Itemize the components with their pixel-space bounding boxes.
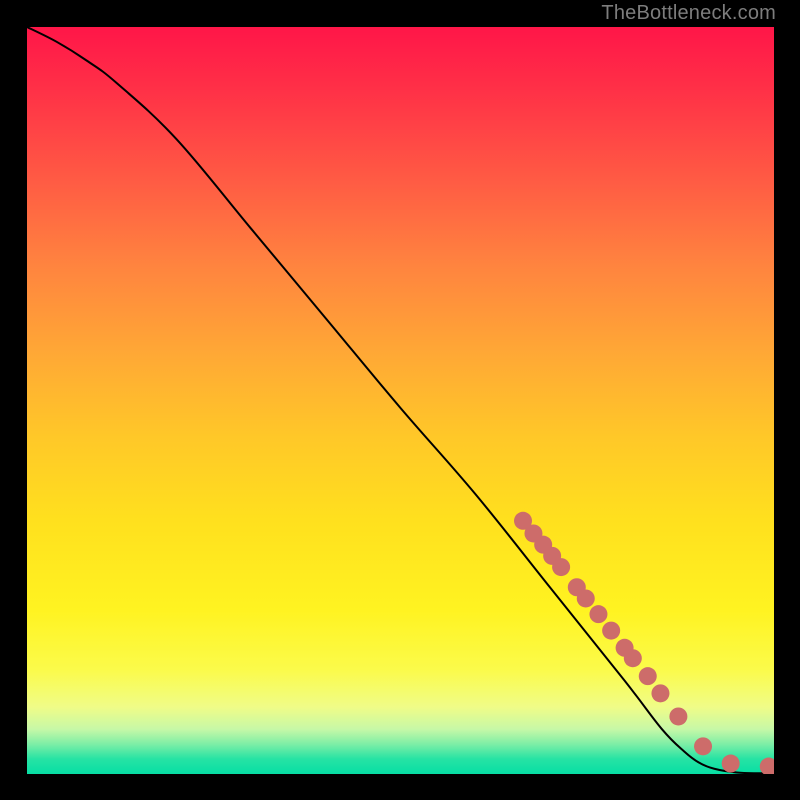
data-marker [651, 684, 669, 702]
data-marker [602, 622, 620, 640]
data-marker [722, 755, 740, 773]
data-marker [589, 605, 607, 623]
curve-markers [514, 512, 774, 774]
data-marker [624, 649, 642, 667]
attribution-label: TheBottleneck.com [601, 2, 776, 25]
data-marker [694, 737, 712, 755]
chart-area [27, 27, 774, 774]
curve-layer [27, 27, 774, 774]
data-marker [552, 558, 570, 576]
data-marker [577, 589, 595, 607]
bottleneck-curve [27, 27, 774, 773]
data-marker [760, 758, 774, 774]
data-marker [669, 707, 687, 725]
data-marker [639, 667, 657, 685]
